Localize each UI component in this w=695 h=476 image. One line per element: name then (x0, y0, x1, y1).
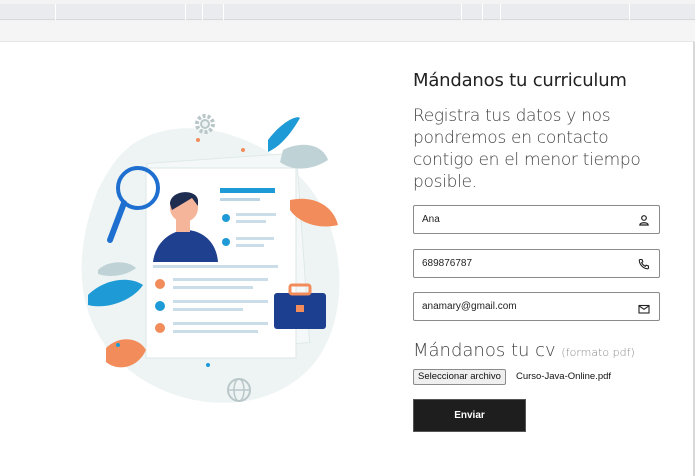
name-value: Ana (422, 214, 440, 225)
cv-illustration (81, 114, 340, 403)
bookmark-strip (0, 4, 695, 20)
cv-format-hint: (formato pdf) (561, 346, 635, 359)
envelope-icon (638, 304, 650, 314)
form-title: Mándanos tu curriculum (413, 70, 627, 91)
page-header-gap (0, 22, 695, 42)
cv-form: Mándanos tu curriculum Registra tus dato… (413, 70, 663, 432)
phone-icon (638, 258, 650, 270)
selected-file-name: Curso-Java-Online.pdf (516, 371, 612, 382)
form-subtitle: Registra tus datos y nos pondremos en co… (413, 106, 641, 192)
cv-section-title: Mándanos tu cv (formato pdf) (413, 340, 635, 361)
phone-value: 689876787 (422, 258, 473, 269)
user-icon (639, 215, 649, 226)
cv-title-text: Mándanos tu cv (413, 340, 556, 361)
browser-top-bar (0, 0, 695, 22)
name-field[interactable]: Ana (413, 205, 660, 234)
email-field[interactable]: anamary@gmail.com (413, 292, 660, 321)
email-value: anamary@gmail.com (422, 301, 517, 312)
phone-field[interactable]: 689876787 (413, 249, 660, 278)
select-file-button[interactable]: Seleccionar archivo (413, 369, 506, 385)
submit-button[interactable]: Enviar (413, 399, 526, 432)
